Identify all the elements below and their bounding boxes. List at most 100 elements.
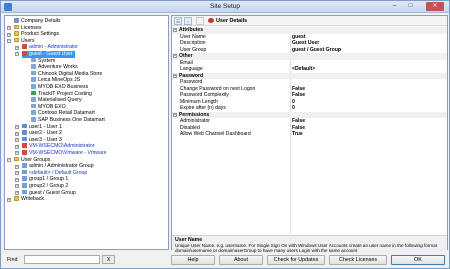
description-panel: User Name Unique User Name. e.g. usernam… <box>172 235 447 253</box>
tree-item-db-sap[interactable]: SAP Business One Datamart <box>31 117 105 124</box>
building-icon <box>14 18 19 23</box>
folder-icon <box>14 196 19 201</box>
database-icon <box>31 117 36 122</box>
site-setup-window: Site Setup – □ ✕ Company Details + Licen… <box>0 0 450 269</box>
categorized-icon[interactable]: ☷ <box>174 17 182 25</box>
tree-item-user2[interactable]: user2 - User 2 <box>22 130 62 137</box>
user-icon <box>22 150 27 155</box>
sort-alpha-icon[interactable]: ↓ <box>184 17 192 25</box>
tree-item-db-materialised-query[interactable]: Materialised Query <box>31 97 82 104</box>
find-input[interactable] <box>24 255 100 264</box>
database-icon <box>31 77 36 82</box>
tree-item-group1[interactable]: group1 / Group 1 <box>22 176 68 183</box>
maximize-button[interactable]: □ <box>403 2 418 11</box>
collapse-toggle[interactable]: − <box>15 52 19 57</box>
folder-icon <box>14 24 19 30</box>
tree-item-db-trackit[interactable]: TrackIT Project Costing <box>31 90 92 98</box>
expand-toggle[interactable]: + <box>15 177 19 182</box>
collapse-toggle[interactable]: − <box>173 28 177 32</box>
database-icon <box>31 84 36 89</box>
tree-item-group-guest[interactable]: guest / Guest Group <box>22 189 76 197</box>
folder-icon <box>14 156 19 162</box>
close-button[interactable]: ✕ <box>426 2 444 11</box>
property-toolbar: ☷ ↓ User Details <box>172 16 447 26</box>
tree-item-db-chinook[interactable]: Chinook Digital Media Store <box>31 70 102 78</box>
help-button[interactable]: Help <box>171 255 215 265</box>
group-icon <box>22 176 27 181</box>
ok-button[interactable]: OK <box>391 255 445 265</box>
collapse-toggle[interactable]: − <box>173 73 177 78</box>
check-updates-button[interactable]: Check for Updates <box>267 255 325 265</box>
database-icon <box>31 57 36 63</box>
database-icon <box>31 97 36 102</box>
settings-tree[interactable]: Company Details + Licenses + Product Set… <box>4 15 169 250</box>
expand-toggle[interactable]: + <box>15 151 19 156</box>
tree-item-writeback[interactable]: Writeback <box>14 196 44 203</box>
group-icon <box>22 163 27 168</box>
about-button[interactable]: About <box>219 255 263 265</box>
group-icon <box>22 189 27 195</box>
expand-toggle[interactable]: + <box>7 197 11 202</box>
expand-toggle[interactable]: + <box>7 26 11 30</box>
user-icon <box>208 18 214 23</box>
tree-item-db-myob-exo-business[interactable]: MYOB EXO Business <box>31 84 88 91</box>
tree-item-product-settings[interactable]: Product Settings <box>14 31 59 38</box>
tree-item-vm-vmware[interactable]: VM-WSECMO\Vmware - Vmware <box>22 150 107 157</box>
database-icon <box>31 90 36 96</box>
collapse-toggle[interactable]: − <box>7 39 11 44</box>
bottom-bar: Find X Help About Check for Updates Chec… <box>1 252 449 268</box>
tree-item-group-admin[interactable]: admin / Administrator Group <box>22 163 94 170</box>
tree-item-user-guest[interactable]: guest - Guest User <box>22 51 75 58</box>
property-row[interactable]: Allow Web Channel Dashboard True <box>172 131 447 138</box>
user-icon <box>22 130 27 135</box>
database-icon <box>31 110 36 115</box>
database-icon <box>31 70 36 76</box>
expand-toggle[interactable]: + <box>15 125 19 129</box>
user-icon <box>22 44 27 49</box>
check-licenses-button[interactable]: Check Licenses <box>329 255 387 265</box>
tree-item-group2[interactable]: group2 / Group 2 <box>22 183 68 190</box>
tree-item-company-details[interactable]: Company Details <box>14 18 61 25</box>
folder-icon <box>14 37 19 43</box>
tree-item-users[interactable]: Users <box>14 37 35 45</box>
tree-item-group-default[interactable]: <default> / Default Group <box>22 169 87 177</box>
database-icon <box>31 64 36 69</box>
collapse-toggle[interactable]: − <box>173 54 177 58</box>
tree-item-db-leica[interactable]: Leica MineOps JS <box>31 77 80 84</box>
title-bar: Site Setup – □ ✕ <box>1 1 449 13</box>
property-pane: ☷ ↓ User Details − Attributes User Name gu… <box>171 15 448 253</box>
collapse-toggle[interactable]: − <box>7 158 11 162</box>
tree-item-db-myob-exo[interactable]: MYOB EXO <box>31 103 66 111</box>
expand-toggle[interactable]: + <box>15 131 19 136</box>
tree-item-user1[interactable]: user1 - User 1 <box>22 123 62 131</box>
tree-item-user-admin[interactable]: admin - Administrator <box>22 44 78 51</box>
user-icon <box>22 136 27 142</box>
tree-item-licenses[interactable]: Licenses <box>14 24 41 32</box>
user-icon <box>22 123 27 129</box>
folder-icon <box>14 31 19 36</box>
tree-item-user-groups[interactable]: User Groups <box>14 156 50 164</box>
tree-item-vm-administrator[interactable]: VM-WSECMO\Administrator <box>22 143 94 150</box>
expand-toggle[interactable]: + <box>15 138 19 143</box>
expand-toggle[interactable]: + <box>7 32 11 37</box>
user-icon <box>22 51 27 56</box>
tree-item-db-contoso[interactable]: Contoso Retail Datamart <box>31 110 95 117</box>
group-icon <box>22 183 27 188</box>
property-pages-icon[interactable] <box>196 17 204 25</box>
tree-item-user3[interactable]: user3 - User 3 <box>22 136 62 144</box>
window-title: Site Setup <box>210 3 240 10</box>
find-label: Find <box>7 257 18 263</box>
expand-toggle[interactable]: + <box>15 45 19 50</box>
expand-toggle[interactable]: + <box>15 184 19 189</box>
expand-toggle[interactable]: + <box>15 191 19 195</box>
collapse-toggle[interactable]: − <box>173 112 177 117</box>
database-icon <box>31 103 36 109</box>
expand-toggle[interactable]: + <box>15 164 19 169</box>
pane-heading: User Details <box>216 18 248 24</box>
tree-item-db-adventure-works[interactable]: Adventure Works <box>31 64 78 71</box>
tree-item-db-system[interactable]: System <box>31 57 55 65</box>
expand-toggle[interactable]: + <box>15 171 19 176</box>
clear-find-button[interactable]: X <box>102 255 115 264</box>
minimize-button[interactable]: – <box>387 2 402 11</box>
expand-toggle[interactable]: + <box>15 144 19 149</box>
